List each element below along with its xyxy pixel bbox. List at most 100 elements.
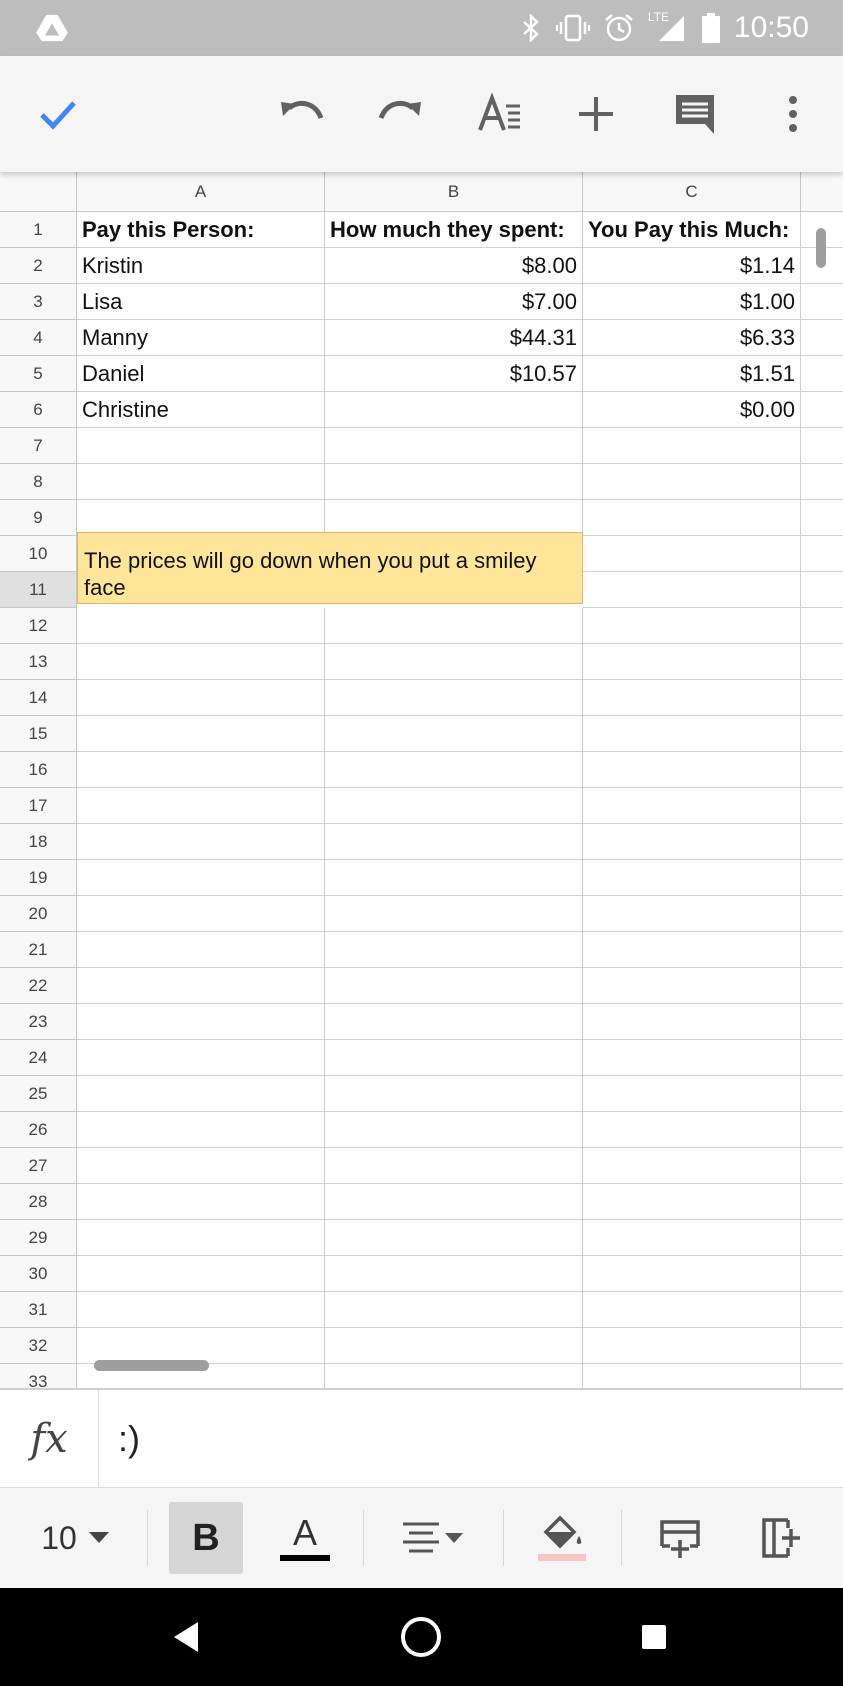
cell-d24[interactable]: [801, 1040, 843, 1076]
cell-a32[interactable]: [77, 1328, 325, 1364]
cell-b15[interactable]: [325, 716, 583, 752]
cell-c13[interactable]: [583, 644, 801, 680]
cell-d31[interactable]: [801, 1292, 843, 1328]
row-header-25[interactable]: 25: [0, 1076, 77, 1112]
cell-d29[interactable]: [801, 1220, 843, 1256]
cell-d17[interactable]: [801, 788, 843, 824]
row-header-3[interactable]: 3: [0, 284, 77, 320]
cell-b31[interactable]: [325, 1292, 583, 1328]
cell-a19[interactable]: [77, 860, 325, 896]
cell-b7[interactable]: [325, 428, 583, 464]
row-header-14[interactable]: 14: [0, 680, 77, 716]
cell-d7[interactable]: [801, 428, 843, 464]
cell-b29[interactable]: [325, 1220, 583, 1256]
row-header-18[interactable]: 18: [0, 824, 77, 860]
row-header-16[interactable]: 16: [0, 752, 77, 788]
row-header-6[interactable]: 6: [0, 392, 77, 428]
row-header-10[interactable]: 10: [0, 536, 77, 572]
row-header-11[interactable]: 11: [0, 572, 77, 608]
row-header-2[interactable]: 2: [0, 248, 77, 284]
cell-c20[interactable]: [583, 896, 801, 932]
recents-icon[interactable]: [629, 1612, 679, 1662]
cell-b1[interactable]: How much they spent:: [325, 212, 583, 248]
cell-d12[interactable]: [801, 608, 843, 644]
cell-a12[interactable]: [77, 608, 325, 644]
cell-b23[interactable]: [325, 1004, 583, 1040]
cell-a1[interactable]: Pay this Person:: [77, 212, 325, 248]
cell-b16[interactable]: [325, 752, 583, 788]
cell-a30[interactable]: [77, 1256, 325, 1292]
cell-a6[interactable]: Christine: [77, 392, 325, 428]
row-header-20[interactable]: 20: [0, 896, 77, 932]
vertical-scrollbar[interactable]: [816, 228, 826, 268]
cell-b2[interactable]: $8.00: [325, 248, 583, 284]
cell-c3[interactable]: $1.00: [583, 284, 801, 320]
cell-a23[interactable]: [77, 1004, 325, 1040]
cell-a16[interactable]: [77, 752, 325, 788]
cell-a7[interactable]: [77, 428, 325, 464]
row-header-19[interactable]: 19: [0, 860, 77, 896]
cell-a31[interactable]: [77, 1292, 325, 1328]
cell-c10[interactable]: [583, 536, 801, 572]
home-icon[interactable]: [396, 1612, 446, 1662]
column-header-b[interactable]: B: [325, 172, 583, 212]
cell-d9[interactable]: [801, 500, 843, 536]
cell-d25[interactable]: [801, 1076, 843, 1112]
cell-c15[interactable]: [583, 716, 801, 752]
select-all-corner[interactable]: [0, 172, 77, 212]
row-header-8[interactable]: 8: [0, 464, 77, 500]
cell-c9[interactable]: [583, 500, 801, 536]
cell-a22[interactable]: [77, 968, 325, 1004]
insert-row-button[interactable]: [648, 1502, 712, 1574]
back-icon[interactable]: [162, 1612, 212, 1662]
row-header-27[interactable]: 27: [0, 1148, 77, 1184]
cell-c32[interactable]: [583, 1328, 801, 1364]
row-header-28[interactable]: 28: [0, 1184, 77, 1220]
row-header-29[interactable]: 29: [0, 1220, 77, 1256]
cell-a28[interactable]: [77, 1184, 325, 1220]
cell-a26[interactable]: [77, 1112, 325, 1148]
cell-b28[interactable]: [325, 1184, 583, 1220]
row-header-23[interactable]: 23: [0, 1004, 77, 1040]
formula-input[interactable]: :): [118, 1390, 140, 1488]
row-header-33[interactable]: 33: [0, 1364, 77, 1388]
cell-b6[interactable]: [325, 392, 583, 428]
cell-a15[interactable]: [77, 716, 325, 752]
horizontal-scrollbar[interactable]: [94, 1360, 209, 1371]
cell-a18[interactable]: [77, 824, 325, 860]
text-format-icon[interactable]: [470, 84, 530, 144]
cell-a24[interactable]: [77, 1040, 325, 1076]
merged-note-cell[interactable]: The prices will go down when you put a s…: [77, 532, 583, 604]
row-header-30[interactable]: 30: [0, 1256, 77, 1292]
row-header-17[interactable]: 17: [0, 788, 77, 824]
row-header-31[interactable]: 31: [0, 1292, 77, 1328]
cell-b12[interactable]: [325, 608, 583, 644]
cell-b3[interactable]: $7.00: [325, 284, 583, 320]
cell-a2[interactable]: Kristin: [77, 248, 325, 284]
cell-d10[interactable]: [801, 536, 843, 572]
cell-c7[interactable]: [583, 428, 801, 464]
cell-b32[interactable]: [325, 1328, 583, 1364]
column-header-c[interactable]: C: [583, 172, 801, 212]
cell-b8[interactable]: [325, 464, 583, 500]
cell-b30[interactable]: [325, 1256, 583, 1292]
fill-color-button[interactable]: [530, 1502, 594, 1574]
cell-d13[interactable]: [801, 644, 843, 680]
cell-c2[interactable]: $1.14: [583, 248, 801, 284]
redo-icon[interactable]: [370, 84, 430, 144]
cell-d28[interactable]: [801, 1184, 843, 1220]
cell-c23[interactable]: [583, 1004, 801, 1040]
row-header-15[interactable]: 15: [0, 716, 77, 752]
cell-d30[interactable]: [801, 1256, 843, 1292]
cell-c12[interactable]: [583, 608, 801, 644]
comment-icon[interactable]: [665, 84, 725, 144]
row-header-12[interactable]: 12: [0, 608, 77, 644]
row-header-21[interactable]: 21: [0, 932, 77, 968]
cell-b27[interactable]: [325, 1148, 583, 1184]
row-header-4[interactable]: 4: [0, 320, 77, 356]
cell-b18[interactable]: [325, 824, 583, 860]
cell-c8[interactable]: [583, 464, 801, 500]
undo-icon[interactable]: [272, 84, 332, 144]
cell-d16[interactable]: [801, 752, 843, 788]
check-icon[interactable]: [28, 84, 88, 144]
